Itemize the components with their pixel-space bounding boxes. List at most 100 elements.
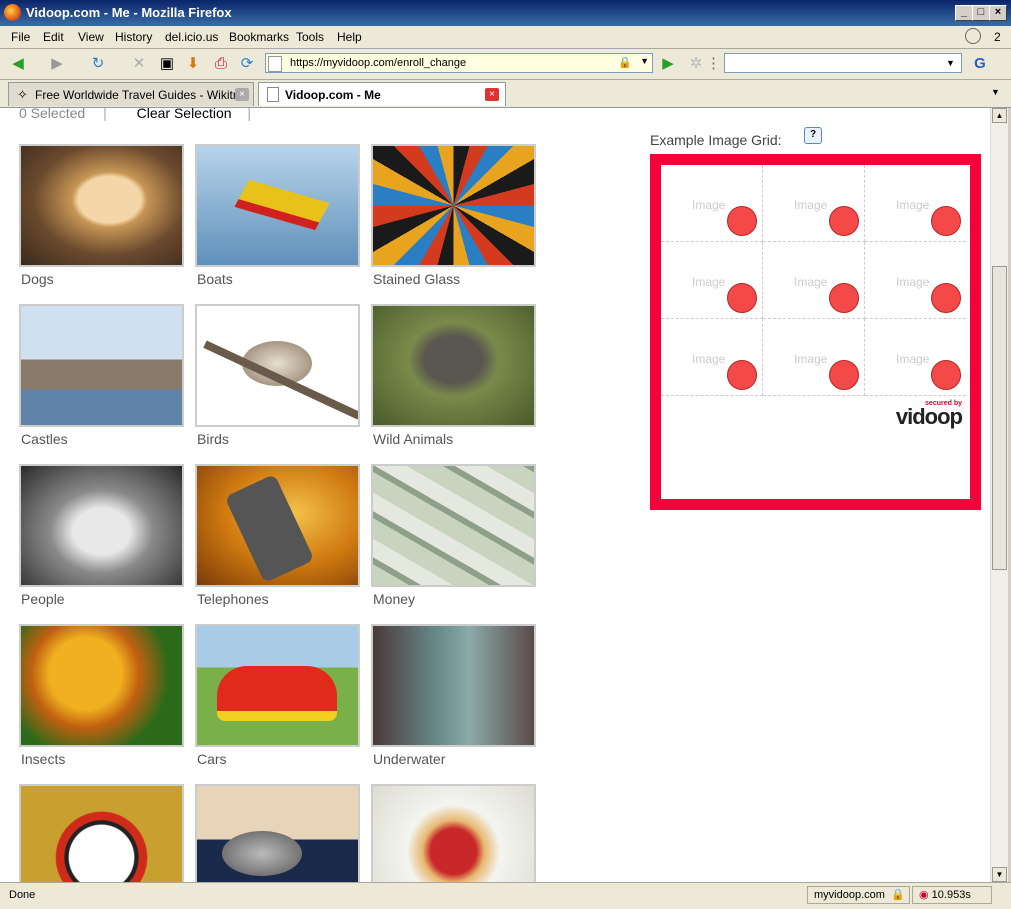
category-image[interactable] xyxy=(19,784,184,882)
download-icon[interactable]: ⬇ xyxy=(183,54,203,74)
category-boats[interactable]: Boats xyxy=(195,144,360,287)
category-image[interactable] xyxy=(371,304,536,427)
grid-cell: Image xyxy=(661,319,763,396)
red-dot-icon xyxy=(931,360,961,390)
menu-history[interactable]: History xyxy=(115,30,152,44)
grid-cell-label: Image xyxy=(692,198,726,212)
category-image[interactable] xyxy=(371,144,536,267)
category-castles[interactable]: Castles xyxy=(19,304,184,447)
compass-icon: ✧ xyxy=(17,87,28,102)
search-dropdown-icon[interactable]: ▼ xyxy=(946,58,955,68)
category-people[interactable]: People xyxy=(19,464,184,607)
resize-handle-icon[interactable]: ⋮ xyxy=(706,54,721,74)
grid-cell-label: Image xyxy=(896,352,930,366)
category-image[interactable] xyxy=(19,144,184,267)
sync-icon[interactable]: ⟳ xyxy=(237,54,257,74)
category-image[interactable] xyxy=(371,464,536,587)
grid-cell: Image xyxy=(763,319,865,396)
category-cars[interactable]: Cars xyxy=(195,624,360,767)
category-image[interactable] xyxy=(195,784,360,882)
grid-cell: Image xyxy=(763,165,865,242)
help-icon[interactable]: ? xyxy=(804,127,822,144)
category-stained-glass[interactable]: Stained Glass xyxy=(371,144,536,287)
category-image[interactable] xyxy=(195,624,360,747)
close-tab-icon[interactable]: × xyxy=(235,88,249,101)
category-image[interactable] xyxy=(19,464,184,587)
home-icon[interactable]: ▣ xyxy=(157,54,177,74)
menu-edit[interactable]: Edit xyxy=(43,30,64,44)
menu-tools[interactable]: Tools xyxy=(296,30,324,44)
scroll-thumb[interactable] xyxy=(992,266,1007,570)
status-orb-icon[interactable] xyxy=(965,28,981,44)
category-wild-animals[interactable]: Wild Animals xyxy=(371,304,536,447)
category-money[interactable]: Money xyxy=(371,464,536,607)
scroll-up-icon[interactable]: ▲ xyxy=(992,108,1007,123)
grid-cell-label: Image xyxy=(896,275,930,289)
category-image[interactable] xyxy=(19,624,184,747)
grid-cell: Image xyxy=(661,165,763,242)
url-bar[interactable]: https://myvidoop.com/enroll_change 🔒 ▼ xyxy=(265,53,653,73)
status-timer-panel[interactable]: ◉ 10.953s xyxy=(912,886,992,904)
tab-wikitravel[interactable]: ✧ Free Worldwide Travel Guides - Wikitr.… xyxy=(8,82,254,106)
minimize-button[interactable]: _ xyxy=(955,5,973,21)
red-dot-icon xyxy=(829,360,859,390)
category-image[interactable] xyxy=(195,304,360,427)
category-label: Telephones xyxy=(197,591,269,607)
category-birds[interactable]: Birds xyxy=(195,304,360,447)
forward-icon[interactable]: ▶ xyxy=(47,54,67,74)
throbber-icon: ✲ xyxy=(689,55,703,72)
reload-icon[interactable]: ↻ xyxy=(88,54,108,74)
grid-cell-label: Image xyxy=(896,198,930,212)
category-clocks[interactable] xyxy=(19,784,184,882)
status-domain: myvidoop.com xyxy=(814,889,885,901)
category-label: Cars xyxy=(197,751,227,767)
red-dot-icon xyxy=(727,206,757,236)
category-image[interactable] xyxy=(195,464,360,587)
tab-list-icon[interactable]: ▼ xyxy=(991,87,1000,97)
scroll-down-icon[interactable]: ▼ xyxy=(992,867,1007,882)
vidoop-brand: vidoop xyxy=(895,404,963,429)
category-image[interactable] xyxy=(371,624,536,747)
menu-view[interactable]: View xyxy=(78,30,104,44)
clear-selection-link[interactable]: Clear Selection xyxy=(137,108,232,121)
tab-vidoop[interactable]: Vidoop.com - Me × xyxy=(258,82,506,106)
search-input[interactable] xyxy=(724,53,962,73)
back-icon[interactable]: ◀ xyxy=(8,54,28,74)
category-image[interactable] xyxy=(19,304,184,427)
grid-cell: Image xyxy=(763,242,865,319)
secured-by-vidoop-logo: secured by vidoop xyxy=(895,400,963,429)
padlock-icon[interactable]: 🔒 xyxy=(618,56,632,69)
category-label: Money xyxy=(373,591,416,607)
category-underwater[interactable]: Underwater xyxy=(371,624,536,767)
menu-help[interactable]: Help xyxy=(337,30,362,44)
print-icon[interactable]: ⎙ xyxy=(211,54,231,74)
stop-icon[interactable]: ✕ xyxy=(129,54,149,74)
category-cats[interactable] xyxy=(195,784,360,882)
google-search-icon[interactable]: G xyxy=(970,54,990,74)
lock-icon: 🔒 xyxy=(891,889,905,901)
maximize-button[interactable]: □ xyxy=(972,5,990,21)
category-dogs[interactable]: Dogs xyxy=(19,144,184,287)
category-label: People xyxy=(21,591,65,607)
url-text[interactable]: https://myvidoop.com/enroll_change xyxy=(290,57,466,69)
category-image[interactable] xyxy=(195,144,360,267)
close-window-button[interactable]: × xyxy=(989,5,1007,21)
category-label: Underwater xyxy=(373,751,446,767)
category-insects[interactable]: Insects xyxy=(19,624,184,767)
red-dot-icon xyxy=(829,206,859,236)
menu-bookmarks[interactable]: Bookmarks xyxy=(229,30,289,44)
close-tab-icon[interactable]: × xyxy=(485,88,499,101)
grid-cell-label: Image xyxy=(794,352,828,366)
go-icon[interactable]: ▶ xyxy=(658,54,678,74)
category-telephones[interactable]: Telephones xyxy=(195,464,360,607)
category-label: Castles xyxy=(21,431,68,447)
menu-file[interactable]: File xyxy=(11,30,30,44)
title-bar: Vidoop.com - Me - Mozilla Firefox _ □ × xyxy=(0,0,1011,26)
category-food[interactable] xyxy=(371,784,536,882)
menu-bar: File Edit View History del.icio.us Bookm… xyxy=(0,26,1011,49)
url-dropdown-icon[interactable]: ▼ xyxy=(640,56,649,66)
status-domain-panel[interactable]: myvidoop.com 🔒 xyxy=(807,886,910,904)
category-image[interactable] xyxy=(371,784,536,882)
vertical-scrollbar[interactable]: ▲ ▼ xyxy=(990,108,1008,882)
menu-delicious[interactable]: del.icio.us xyxy=(165,30,218,44)
